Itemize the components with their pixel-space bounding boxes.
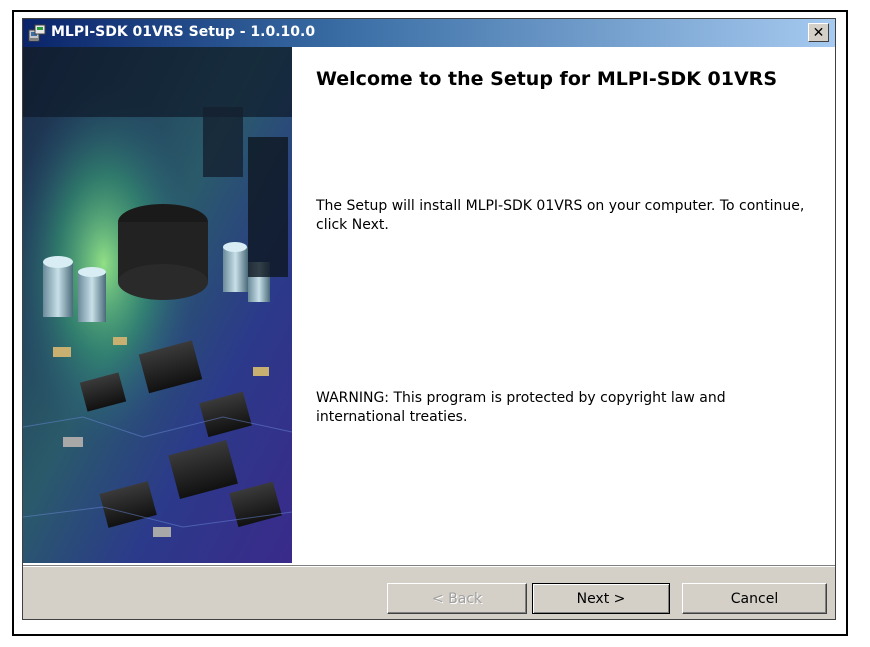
next-button[interactable]: Next > <box>532 583 670 614</box>
intro-text: The Setup will install MLPI-SDK 01VRS on… <box>316 198 805 233</box>
back-button[interactable]: < Back <box>387 583 527 614</box>
button-bar-divider-highlight <box>23 566 835 567</box>
cancel-button[interactable]: Cancel <box>682 583 827 614</box>
welcome-heading: Welcome to the Setup for MLPI-SDK 01VRS <box>316 68 778 90</box>
warning-text: WARNING: This program is protected by co… <box>316 390 726 425</box>
close-button[interactable]: ✕ <box>808 23 829 42</box>
setup-dialog: MLPI-SDK 01VRS Setup - 1.0.10.0 ✕ Welcom… <box>22 18 836 620</box>
window-title: MLPI-SDK 01VRS Setup - 1.0.10.0 <box>51 24 316 40</box>
installer-icon <box>28 24 46 42</box>
welcome-panel: Welcome to the Setup for MLPI-SDK 01VRS … <box>23 47 835 566</box>
circuit-board-image <box>23 47 292 563</box>
title-bar[interactable]: MLPI-SDK 01VRS Setup - 1.0.10.0 ✕ <box>23 19 835 47</box>
close-icon: ✕ <box>812 24 825 41</box>
